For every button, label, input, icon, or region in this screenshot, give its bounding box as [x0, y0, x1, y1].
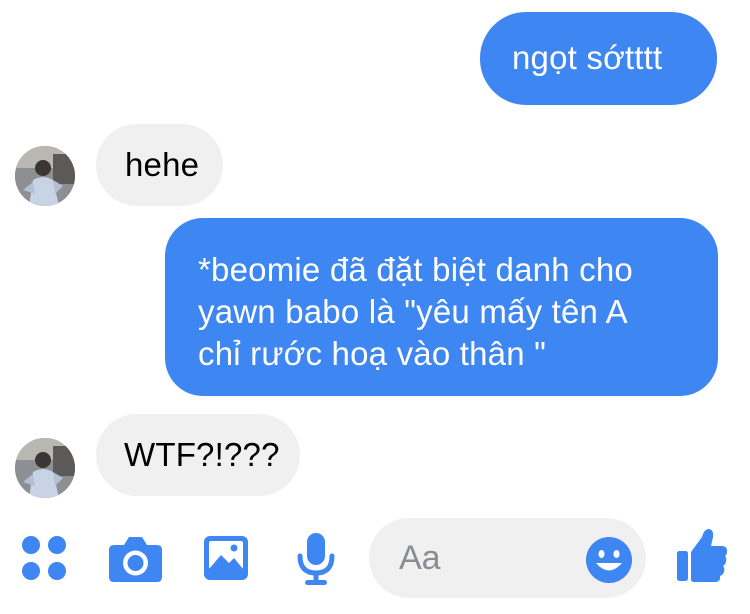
- message-text: ngọt sớtttt: [512, 39, 663, 76]
- message-text: WTF?!???: [124, 436, 280, 473]
- microphone-icon[interactable]: [296, 531, 336, 586]
- emoji-icon[interactable]: [585, 536, 633, 584]
- apps-icon[interactable]: [20, 534, 68, 582]
- message-input-placeholder: Aa: [399, 539, 441, 577]
- message-line: *beomie đã đặt biệt danh cho: [198, 251, 633, 288]
- gallery-icon[interactable]: [203, 535, 249, 581]
- message-bubble-incoming[interactable]: WTF?!???: [96, 414, 300, 496]
- message-bubble-outgoing[interactable]: ngọt sớtttt: [480, 12, 717, 105]
- message-bubble-incoming[interactable]: hehe: [96, 124, 223, 206]
- avatar[interactable]: [15, 438, 75, 498]
- message-line: chỉ rước hoạ vào thân ": [198, 335, 547, 372]
- message-bubble-outgoing[interactable]: *beomie đã đặt biệt danh cho yawn babo l…: [165, 218, 718, 396]
- avatar-image: [15, 146, 75, 206]
- camera-icon[interactable]: [108, 533, 163, 583]
- message-input[interactable]: Aa: [369, 518, 646, 598]
- message-line: yawn babo là "yêu mấy tên A: [198, 293, 628, 330]
- message-text: hehe: [125, 146, 200, 183]
- thumbs-up-icon[interactable]: [676, 527, 728, 583]
- avatar[interactable]: [15, 146, 75, 206]
- avatar-image: [15, 438, 75, 498]
